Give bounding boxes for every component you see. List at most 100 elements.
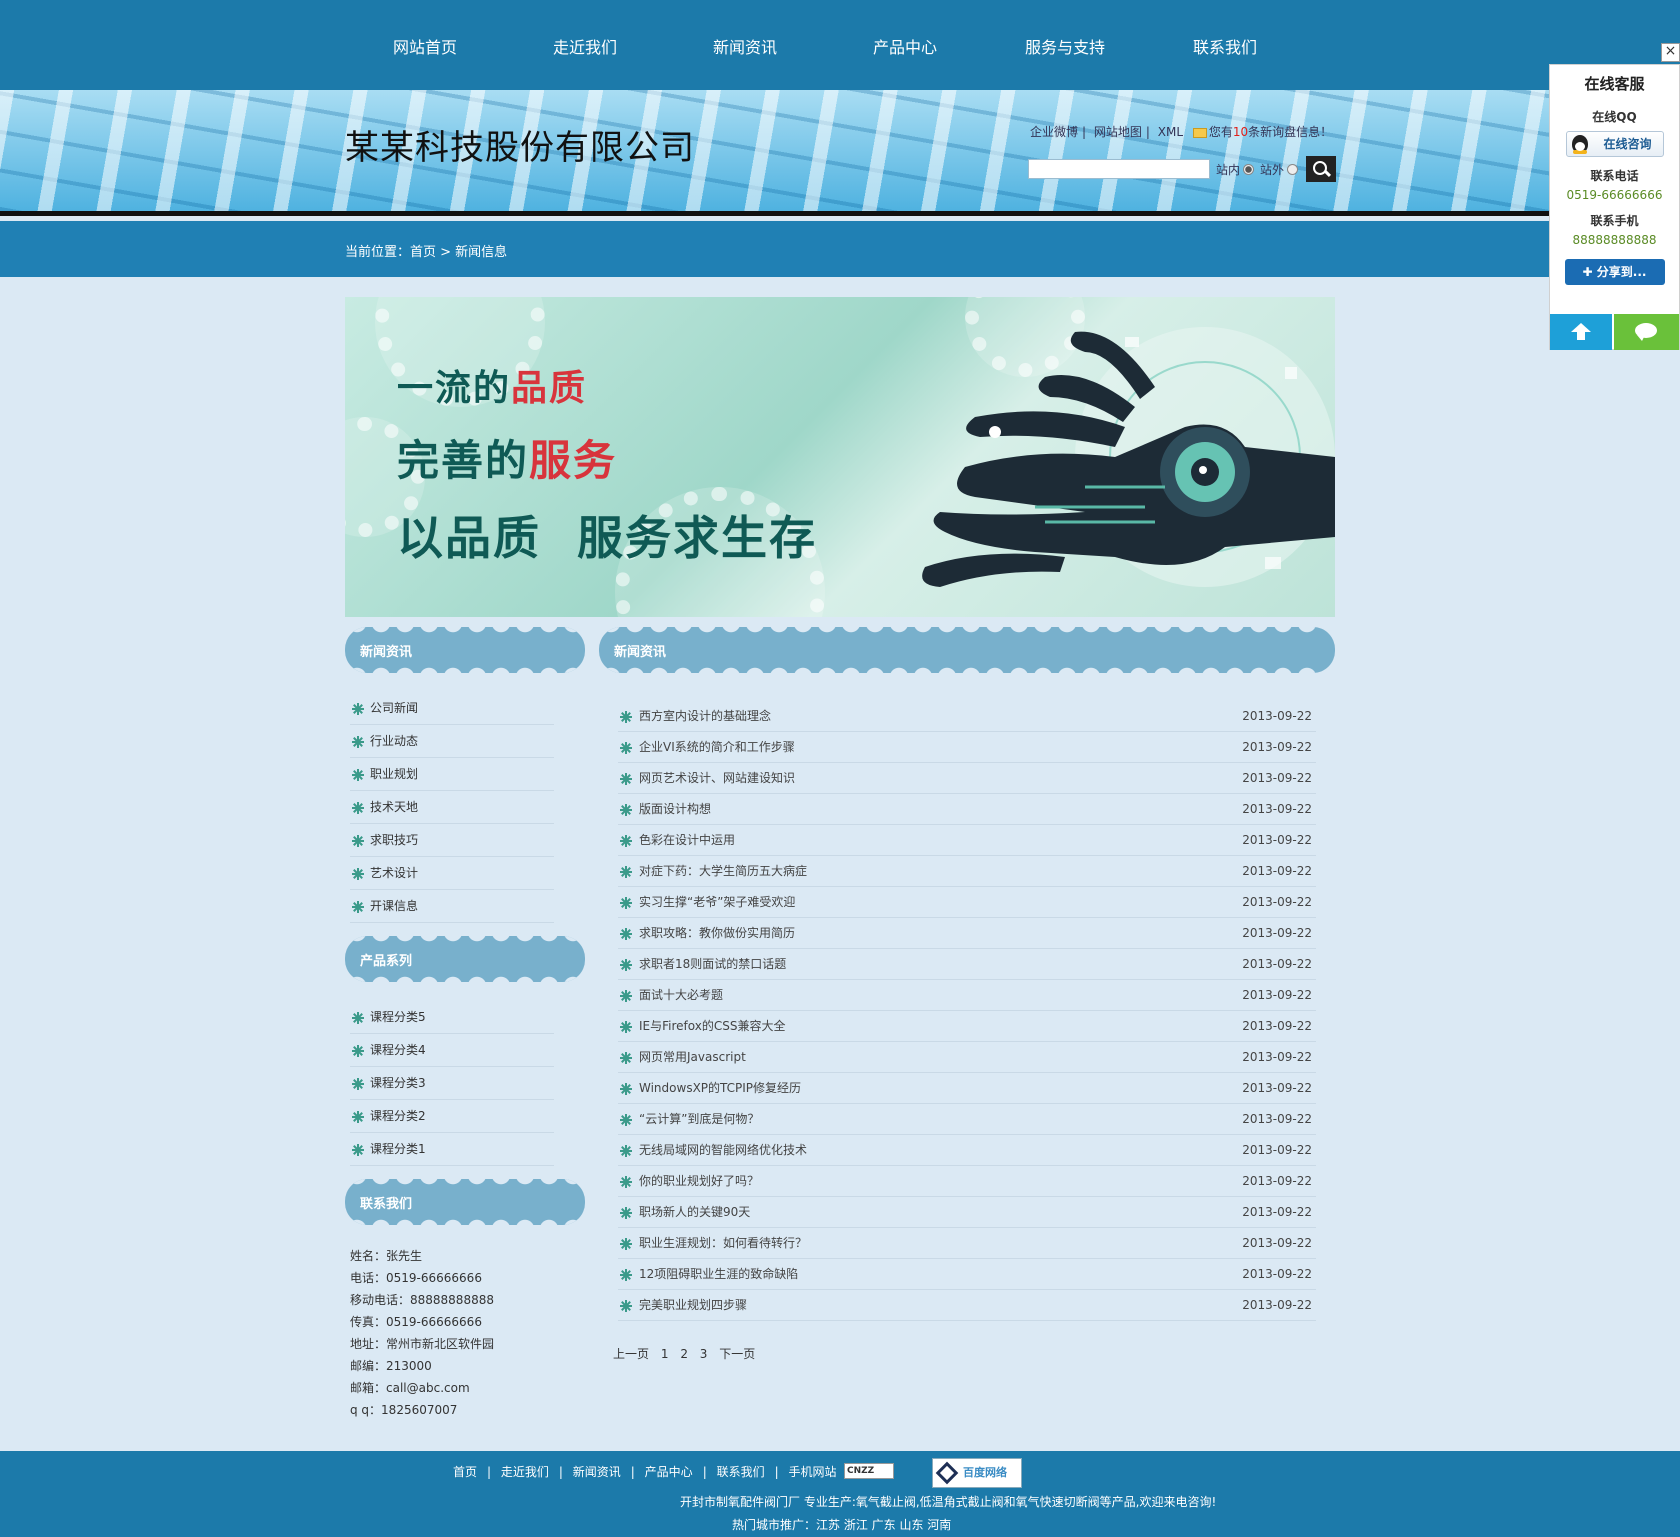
- news-title[interactable]: 实习生撑“老爷”架子难受欢迎: [639, 895, 795, 909]
- news-list-item[interactable]: 面试十大必考题 2013-09-22: [618, 980, 1316, 1011]
- news-list-item[interactable]: 你的职业规划好了吗？ 2013-09-22: [618, 1166, 1316, 1197]
- sidebar-item-art-design[interactable]: 艺术设计: [350, 857, 554, 890]
- news-list-item[interactable]: 版面设计构想 2013-09-22: [618, 794, 1316, 825]
- news-title[interactable]: 色彩在设计中运用: [639, 833, 735, 847]
- nav-item-about[interactable]: 走近我们: [505, 0, 665, 90]
- news-list-item[interactable]: 无线局域网的智能网络优化技术 2013-09-22: [618, 1135, 1316, 1166]
- contact-email: 邮箱：call@abc.com: [350, 1381, 470, 1395]
- footer-link-products[interactable]: 产品中心: [645, 1465, 693, 1479]
- inbox-prefix[interactable]: 您有: [1209, 125, 1233, 139]
- sidebar-item-career[interactable]: 职业规划: [350, 758, 554, 791]
- footer-link-mobile[interactable]: 手机网站: [788, 1465, 836, 1479]
- news-title[interactable]: 你的职业规划好了吗？: [639, 1174, 759, 1188]
- news-title[interactable]: “云计算”到底是何物？: [639, 1112, 759, 1126]
- nav-item-products[interactable]: 产品中心: [825, 0, 985, 90]
- footer-link-home[interactable]: 首页: [453, 1465, 477, 1479]
- news-list-item[interactable]: 西方室内设计的基础理念 2013-09-22: [618, 701, 1316, 732]
- snowflake-icon: [620, 1176, 632, 1188]
- xml-link[interactable]: XML: [1158, 125, 1183, 139]
- news-title[interactable]: 西方室内设计的基础理念: [639, 709, 771, 723]
- news-title[interactable]: 12项阻碍职业生涯的致命缺陷: [639, 1267, 798, 1281]
- snowflake-icon: [352, 769, 364, 781]
- news-title[interactable]: IE与Firefox的CSS兼容大全: [639, 1019, 785, 1033]
- nav-item-service[interactable]: 服务与支持: [985, 0, 1145, 90]
- news-list: 西方室内设计的基础理念 2013-09-22 企业VI系统的简介和工作步骤 2013-…: [618, 701, 1316, 1321]
- search-button[interactable]: [1306, 156, 1337, 182]
- page-link-2[interactable]: 2: [680, 1347, 688, 1361]
- sitemap-link[interactable]: 网站地图: [1094, 125, 1142, 139]
- news-title[interactable]: 无线局域网的智能网络优化技术: [639, 1143, 807, 1157]
- share-button[interactable]: ✚ 分享到...: [1564, 259, 1665, 285]
- back-to-top-button[interactable]: [1550, 314, 1612, 350]
- news-list-item[interactable]: WindowsXP的TCPIP修复经历 2013-09-22: [618, 1073, 1316, 1104]
- news-list-item[interactable]: 完美职业规划四步骤 2013-09-22: [618, 1290, 1316, 1321]
- news-list-item[interactable]: 求职者18则面试的禁口话题 2013-09-22: [618, 949, 1316, 980]
- footer-link-about[interactable]: 走近我们: [501, 1465, 549, 1479]
- search-input[interactable]: [1028, 159, 1210, 179]
- news-title[interactable]: 网页常用Javascript: [639, 1050, 746, 1064]
- news-list-item[interactable]: 网页常用Javascript 2013-09-22: [618, 1042, 1316, 1073]
- prev-page-link[interactable]: 上一页: [613, 1347, 649, 1361]
- news-title[interactable]: 完美职业规划四步骤: [639, 1298, 747, 1312]
- news-title[interactable]: WindowsXP的TCPIP修复经历: [639, 1081, 801, 1095]
- news-list-item[interactable]: 求职攻略：教你做份实用简历 2013-09-22: [618, 918, 1316, 949]
- phone-value: 0519-66666666: [1566, 188, 1663, 202]
- search-bar: 站内 站外: [1028, 156, 1337, 182]
- page-link-3[interactable]: 3: [700, 1347, 708, 1361]
- nav-item-news[interactable]: 新闻资讯: [665, 0, 825, 90]
- news-title[interactable]: 网页艺术设计、网站建设知识: [639, 771, 795, 785]
- footer-link-news[interactable]: 新闻资讯: [573, 1465, 621, 1479]
- news-title[interactable]: 企业VI系统的简介和工作步骤: [639, 740, 795, 754]
- inbox-count[interactable]: 10: [1233, 125, 1248, 139]
- sidebar-item-category-3[interactable]: 课程分类3: [350, 1067, 554, 1100]
- news-list-item[interactable]: 对症下药：大学生简历五大病症 2013-09-22: [618, 856, 1316, 887]
- news-list-item[interactable]: 职业生涯规划：如何看待转行？ 2013-09-22: [618, 1228, 1316, 1259]
- news-title[interactable]: 版面设计构想: [639, 802, 711, 816]
- news-list-item[interactable]: 实习生撑“老爷”架子难受欢迎 2013-09-22: [618, 887, 1316, 918]
- sidebar-item-courses[interactable]: 开课信息: [350, 890, 554, 923]
- sidebar-item-company-news[interactable]: 公司新闻: [350, 692, 554, 725]
- qq-consult-button[interactable]: 在线咨询: [1565, 131, 1664, 157]
- news-list-item[interactable]: IE与Firefox的CSS兼容大全 2013-09-22: [618, 1011, 1316, 1042]
- service-panel-close-button[interactable]: ×: [1661, 43, 1680, 62]
- search-outside-radio[interactable]: [1287, 163, 1299, 175]
- breadcrumb[interactable]: 当前位置：首页 > 新闻信息: [345, 241, 507, 260]
- message-button[interactable]: [1614, 314, 1679, 350]
- partner-badge-text: 百度网络: [963, 1466, 1007, 1479]
- weibo-link[interactable]: 企业微博: [1030, 125, 1078, 139]
- sidebar-item-category-5[interactable]: 课程分类5: [350, 1001, 554, 1034]
- sidebar-item-label: 职业规划: [370, 767, 419, 781]
- news-list-item[interactable]: 色彩在设计中运用 2013-09-22: [618, 825, 1316, 856]
- slogan-2a: 完善的: [397, 436, 530, 485]
- search-inside-radio[interactable]: [1243, 163, 1255, 175]
- sidebar-item-category-4[interactable]: 课程分类4: [350, 1034, 554, 1067]
- page-link-1[interactable]: 1: [661, 1347, 669, 1361]
- sidebar-item-category-1[interactable]: 课程分类1: [350, 1133, 554, 1166]
- snowflake-icon: [620, 742, 632, 754]
- news-date: 2013-09-22: [1242, 833, 1312, 847]
- partner-badge[interactable]: 百度网络: [932, 1458, 1022, 1488]
- nav-item-contact[interactable]: 联系我们: [1145, 0, 1305, 90]
- news-list-item[interactable]: 12项阻碍职业生涯的致命缺陷 2013-09-22: [618, 1259, 1316, 1290]
- news-title[interactable]: 求职攻略：教你做份实用简历: [639, 926, 795, 940]
- sidebar-item-category-2[interactable]: 课程分类2: [350, 1100, 554, 1133]
- news-title[interactable]: 求职者18则面试的禁口话题: [639, 957, 786, 971]
- news-list-item[interactable]: 职场新人的关键90天 2013-09-22: [618, 1197, 1316, 1228]
- slogan-2b: 服务: [529, 436, 618, 485]
- news-list-item[interactable]: “云计算”到底是何物？ 2013-09-22: [618, 1104, 1316, 1135]
- slogan-line-2: 完善的服务: [397, 427, 617, 488]
- next-page-link[interactable]: 下一页: [719, 1347, 755, 1361]
- news-title[interactable]: 对症下药：大学生简历五大病症: [639, 864, 807, 878]
- footer-link-contact[interactable]: 联系我们: [717, 1465, 765, 1479]
- nav-item-home[interactable]: 网站首页: [345, 0, 505, 90]
- sidebar-item-industry[interactable]: 行业动态: [350, 725, 554, 758]
- cnzz-badge[interactable]: CNZZ: [844, 1463, 894, 1479]
- inbox-suffix[interactable]: 条新询盘信息！: [1248, 125, 1332, 139]
- news-title[interactable]: 职场新人的关键90天: [639, 1205, 750, 1219]
- news-list-item[interactable]: 企业VI系统的简介和工作步骤 2013-09-22: [618, 732, 1316, 763]
- news-title[interactable]: 面试十大必考题: [639, 988, 723, 1002]
- news-list-item[interactable]: 网页艺术设计、网站建设知识 2013-09-22: [618, 763, 1316, 794]
- news-title[interactable]: 职业生涯规划：如何看待转行？: [639, 1236, 807, 1250]
- sidebar-item-tech[interactable]: 技术天地: [350, 791, 554, 824]
- sidebar-item-job-tips[interactable]: 求职技巧: [350, 824, 554, 857]
